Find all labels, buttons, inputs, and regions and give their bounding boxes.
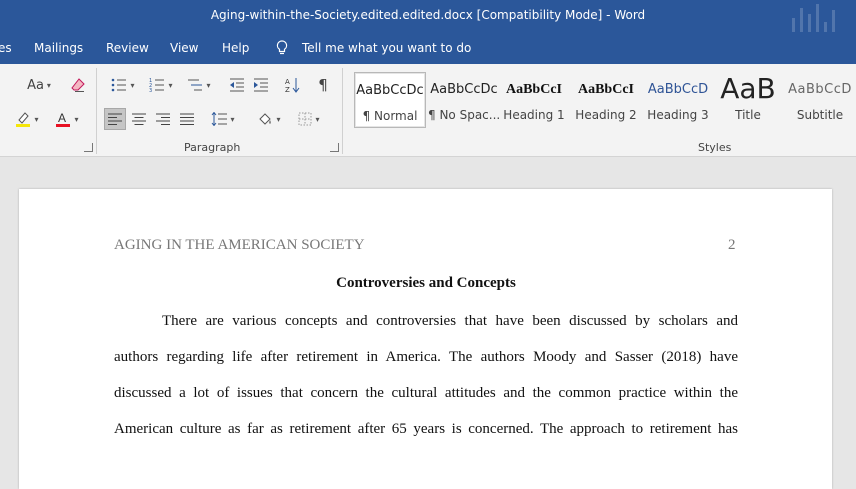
numbering-button[interactable]: 1 2 3 ▾ <box>144 74 178 96</box>
paragraph-line[interactable]: discussed a lot of issues that concern t… <box>114 385 738 402</box>
highlighter-icon <box>16 112 31 127</box>
paragraph-line[interactable]: American culture as far as retirement af… <box>114 421 738 438</box>
eraser-icon <box>71 78 85 92</box>
paragraph-line[interactable]: authors regarding life after retirement … <box>114 349 738 366</box>
tab-view[interactable]: View <box>170 41 198 55</box>
document-canvas[interactable]: AGING IN THE AMERICAN SOCIETY 2 Controve… <box>0 157 856 489</box>
style-heading-1[interactable]: AaBbCcI Heading 1 <box>498 72 570 128</box>
group-separator <box>96 68 97 154</box>
style-heading-3[interactable]: AaBbCcD Heading 3 <box>642 72 714 128</box>
font-dialog-launcher[interactable] <box>84 143 93 152</box>
style-no-spacing[interactable]: AaBbCcDc ¶ No Spac... <box>428 72 500 128</box>
increase-indent-icon <box>254 78 268 92</box>
style-subtitle[interactable]: AaBbCcD Subtitle <box>784 72 856 128</box>
pilcrow-icon: ¶ <box>318 76 328 94</box>
svg-text:Z: Z <box>285 86 290 93</box>
svg-text:3: 3 <box>149 88 152 92</box>
shading-button[interactable]: ▾ <box>252 108 286 130</box>
tab-mailings[interactable]: Mailings <box>34 41 83 55</box>
show-formatting-marks-button[interactable]: ¶ <box>312 74 334 96</box>
bullets-icon <box>112 78 127 92</box>
lightbulb-icon <box>276 40 288 55</box>
bullets-button[interactable]: ▾ <box>106 74 140 96</box>
align-center-button[interactable] <box>128 108 150 130</box>
svg-text:A: A <box>58 111 66 125</box>
paint-bucket-icon <box>259 113 272 125</box>
style-heading-2[interactable]: AaBbCcI Heading 2 <box>570 72 642 128</box>
multilevel-list-button[interactable]: ▾ <box>182 74 216 96</box>
text-highlight-button[interactable]: ▾ <box>10 108 44 130</box>
change-case-button[interactable]: Aa ▾ <box>22 74 56 96</box>
title-bar-pattern <box>786 0 856 32</box>
borders-icon <box>298 112 312 126</box>
justify-button[interactable] <box>176 108 198 130</box>
tell-me-search[interactable]: Tell me what you want to do <box>302 41 471 55</box>
align-left-button[interactable] <box>104 108 126 130</box>
decrease-indent-button[interactable] <box>226 74 248 96</box>
line-spacing-button[interactable]: ▾ <box>206 108 240 130</box>
multilevel-list-icon <box>188 79 203 91</box>
svg-text:A: A <box>285 78 290 86</box>
tab-references[interactable]: es <box>0 41 12 55</box>
style-title[interactable]: AaB Title <box>712 72 784 128</box>
font-color-icon: A <box>56 111 71 127</box>
decrease-indent-icon <box>230 78 244 92</box>
styles-group-label: Styles <box>698 141 732 154</box>
sort-az-icon: AZ <box>285 78 300 93</box>
ribbon-tabs: es Mailings Review View Help Tell me wha… <box>0 32 856 64</box>
line-spacing-icon <box>212 112 228 126</box>
running-head: AGING IN THE AMERICAN SOCIETY <box>114 237 365 253</box>
document-page[interactable]: AGING IN THE AMERICAN SOCIETY 2 Controve… <box>19 189 832 489</box>
style-normal[interactable]: AaBbCcDc ¶ Normal <box>354 72 426 128</box>
font-color-button[interactable]: A ▾ <box>50 108 84 130</box>
paragraph-group-label: Paragraph <box>184 141 241 154</box>
section-heading[interactable]: Controversies and Concepts <box>114 275 738 292</box>
increase-indent-button[interactable] <box>250 74 272 96</box>
justify-icon <box>180 113 194 125</box>
group-separator <box>342 68 343 154</box>
align-right-button[interactable] <box>152 108 174 130</box>
align-center-icon <box>132 113 146 125</box>
tab-help[interactable]: Help <box>222 41 249 55</box>
window-title: Aging-within-the-Society.edited.edited.d… <box>210 8 646 22</box>
page-number: 2 <box>728 237 736 253</box>
tab-review[interactable]: Review <box>106 41 149 55</box>
numbering-icon: 1 2 3 <box>149 78 165 92</box>
styles-gallery: AaBbCcDc ¶ Normal AaBbCcDc ¶ No Spac... … <box>350 70 856 130</box>
sort-button[interactable]: AZ <box>282 74 304 96</box>
align-left-icon <box>108 113 122 125</box>
align-right-icon <box>156 113 170 125</box>
title-bar: Aging-within-the-Society.edited.edited.d… <box>0 0 856 32</box>
clear-formatting-button[interactable] <box>68 74 88 96</box>
paragraph-line[interactable]: There are various concepts and controver… <box>162 313 738 330</box>
borders-button[interactable]: ▾ <box>292 108 326 130</box>
paragraph-dialog-launcher[interactable] <box>330 143 339 152</box>
